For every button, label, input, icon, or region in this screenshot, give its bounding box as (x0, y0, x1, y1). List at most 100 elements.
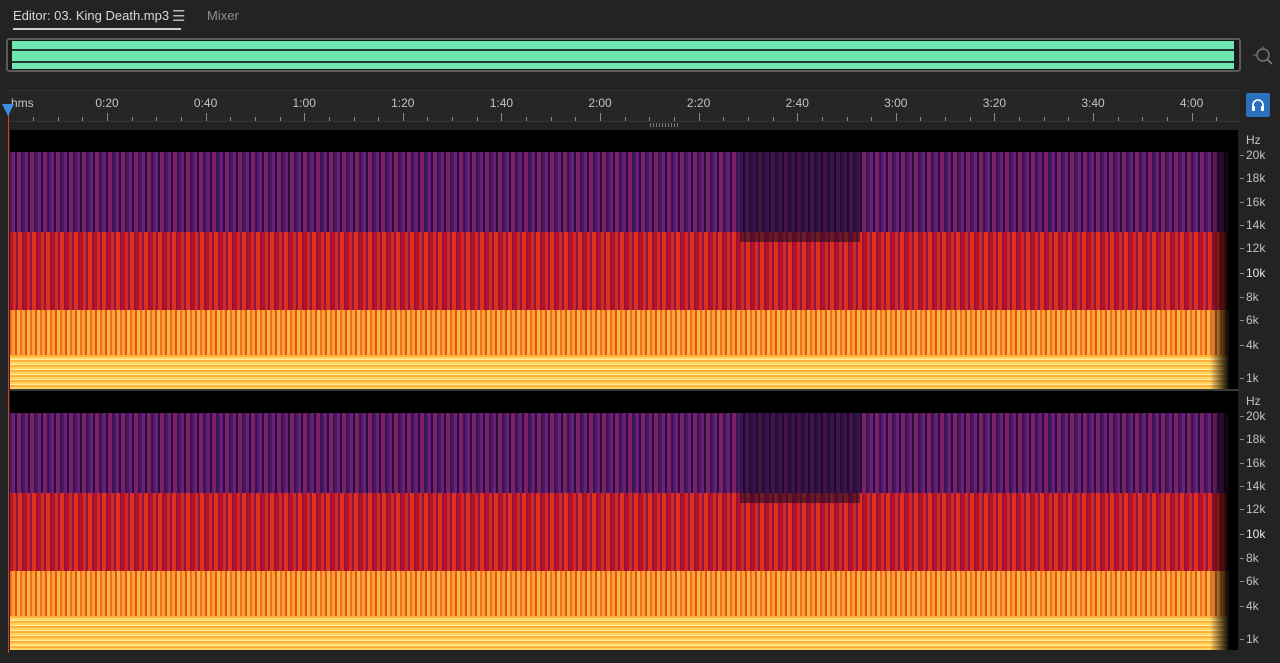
active-tab-underline (13, 28, 181, 30)
panel-tab-bar: Editor: 03. King Death.mp3 ☰ Mixer (0, 0, 1280, 34)
waveform-overview[interactable] (6, 38, 1241, 72)
frequency-label: 20k (1246, 148, 1266, 162)
frequency-label: 16k (1246, 456, 1266, 470)
time-label: 2:40 (785, 96, 809, 110)
zoom-to-selection-icon[interactable] (1252, 45, 1274, 67)
spectral-view-right-channel[interactable] (10, 391, 1238, 650)
frequency-label: 4k (1246, 599, 1259, 613)
frequency-label: 8k (1246, 551, 1259, 565)
time-label: 2:00 (588, 96, 612, 110)
spectral-view-left-channel[interactable] (10, 130, 1238, 389)
ruler-tick (427, 117, 429, 121)
ruler-tick (254, 117, 256, 121)
ruler-tick (772, 117, 774, 121)
overview-channel-left (12, 49, 1234, 51)
spectral-quiet-region (740, 152, 860, 242)
ruler-tick (402, 113, 404, 121)
panel-resize-grip[interactable] (650, 123, 678, 127)
time-label: 3:40 (1081, 96, 1105, 110)
time-label: 0:20 (95, 96, 119, 110)
ruler-tick (328, 117, 330, 121)
frequency-label: 8k (1246, 290, 1259, 304)
spectral-band-high (10, 152, 1238, 232)
spectral-band-high (10, 413, 1238, 493)
frequency-tick (1240, 486, 1244, 487)
time-label: 3:00 (884, 96, 908, 110)
spectral-band-top (10, 130, 1238, 152)
ruler-tick (575, 117, 577, 121)
frequency-label: 14k (1246, 479, 1266, 493)
ruler-tick (180, 117, 182, 121)
spectral-band-low-mid (10, 310, 1238, 355)
ruler-tick (452, 117, 454, 121)
ruler-tick (304, 113, 306, 121)
tab-mixer[interactable]: Mixer (207, 8, 239, 23)
frequency-tick (1240, 320, 1244, 321)
frequency-label: 12k (1246, 241, 1266, 255)
time-ruler[interactable]: hms 0:20 0:40 1:00 1:20 1:40 2:00 2:20 2:40 3:00… (8, 90, 1240, 122)
ruler-tick (698, 113, 700, 121)
tab-editor-label: Editor: 03. King Death.mp3 (13, 8, 170, 23)
spectral-band-top (10, 391, 1238, 413)
ruler-tick (821, 117, 823, 121)
frequency-tick (1240, 534, 1244, 535)
ruler-tick (797, 113, 799, 121)
frequency-axis-right-channel: Hz 20k 18k 16k 14k 12k 10k 8k 6k 4k 1k (1240, 391, 1280, 650)
frequency-label: 10k (1246, 266, 1266, 280)
frequency-unit-label: Hz (1246, 133, 1261, 147)
ruler-tick (895, 113, 897, 121)
headphones-icon[interactable] (1246, 93, 1270, 117)
ruler-tick (673, 117, 675, 121)
spectral-band-mid (10, 493, 1238, 571)
frequency-unit-label: Hz (1246, 394, 1261, 408)
frequency-label: 1k (1246, 632, 1259, 646)
frequency-tick (1240, 581, 1244, 582)
spectral-band-low (10, 355, 1238, 389)
frequency-tick (1240, 273, 1244, 274)
spectral-band-low-mid (10, 571, 1238, 616)
frequency-axis-left-channel: Hz 20k 18k 16k 14k 12k 10k 8k 6k 4k 1k (1240, 130, 1280, 389)
ruler-tick (1142, 117, 1144, 121)
ruler-tick (1166, 117, 1168, 121)
ruler-tick (205, 113, 207, 121)
panel-menu-icon[interactable]: ☰ (172, 7, 185, 25)
frequency-tick (1240, 378, 1244, 379)
ruler-tick (969, 117, 971, 121)
tab-editor[interactable]: Editor: 03. King Death.mp3 (13, 8, 181, 30)
spectral-band-mid (10, 232, 1238, 310)
ruler-tick (1117, 117, 1119, 121)
frequency-tick (1240, 509, 1244, 510)
ruler-tick (846, 117, 848, 121)
ruler-tick (156, 117, 158, 121)
ruler-tick (1093, 113, 1094, 121)
frequency-tick (1240, 178, 1244, 179)
frequency-tick (1240, 225, 1244, 226)
frequency-tick (1240, 297, 1244, 298)
ruler-tick (994, 113, 996, 121)
frequency-label: 1k (1246, 371, 1259, 385)
frequency-tick (1240, 439, 1244, 440)
playhead-marker[interactable] (2, 104, 14, 116)
frequency-tick (1240, 155, 1244, 156)
frequency-label: 18k (1246, 432, 1266, 446)
time-label: 1:20 (391, 96, 415, 110)
frequency-tick (1240, 345, 1244, 346)
frequency-label: 4k (1246, 338, 1259, 352)
ruler-tick (279, 117, 281, 121)
ruler-tick (353, 117, 355, 121)
ruler-tick (747, 117, 749, 121)
ruler-tick (82, 117, 84, 121)
frequency-tick (1240, 416, 1244, 417)
frequency-tick (1240, 248, 1244, 249)
ruler-tick (1191, 113, 1193, 121)
ruler-tick (1019, 117, 1021, 121)
ruler-tick (1043, 117, 1045, 121)
time-label: 1:40 (489, 96, 514, 110)
ruler-tick (1216, 117, 1218, 121)
time-label: 2:20 (686, 96, 711, 110)
ruler-tick (920, 117, 922, 121)
ruler-tick (871, 117, 873, 121)
frequency-label: 10k (1246, 527, 1266, 541)
ruler-tick (107, 113, 108, 121)
ruler-tick (501, 113, 503, 121)
